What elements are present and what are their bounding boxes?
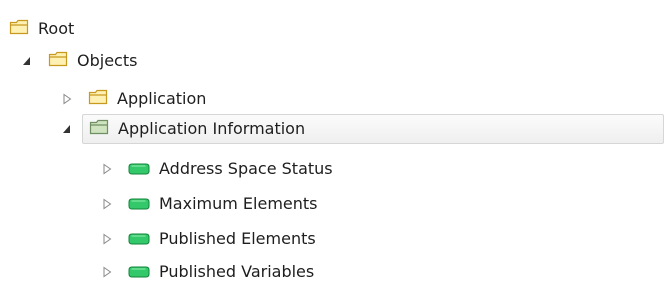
tree-node-label: Published Elements bbox=[159, 229, 316, 248]
collapsed-arrow-icon[interactable] bbox=[100, 265, 114, 279]
tree-node-label: Root bbox=[38, 19, 75, 38]
tree-node-application-information[interactable]: Application Information bbox=[82, 114, 664, 144]
tree-node-application-information-expander[interactable] bbox=[60, 114, 74, 144]
tree-node-published-elements[interactable]: Published Elements bbox=[100, 224, 316, 254]
tree-node-label: Application Information bbox=[118, 119, 306, 138]
variable-tag-icon bbox=[128, 160, 150, 179]
collapsed-arrow-icon[interactable] bbox=[100, 162, 114, 176]
folder-icon bbox=[48, 51, 68, 71]
tree-node-objects[interactable]: Objects bbox=[20, 46, 137, 76]
collapsed-arrow-icon[interactable] bbox=[100, 232, 114, 246]
expanded-arrow-icon[interactable] bbox=[20, 54, 34, 68]
expanded-arrow-icon[interactable] bbox=[60, 122, 74, 136]
tree-node-root[interactable]: Root bbox=[9, 14, 74, 44]
tree-node-label: Address Space Status bbox=[159, 159, 333, 178]
variable-tag-icon bbox=[128, 230, 150, 249]
tree-node-maximum-elements[interactable]: Maximum Elements bbox=[100, 189, 318, 219]
folder-icon bbox=[89, 119, 109, 139]
object-tree: Root Objects Application Application Inf… bbox=[0, 0, 664, 283]
collapsed-arrow-icon[interactable] bbox=[60, 92, 74, 106]
tree-node-application[interactable]: Application bbox=[60, 84, 206, 114]
tree-node-address-space-status[interactable]: Address Space Status bbox=[100, 154, 333, 184]
folder-icon bbox=[9, 19, 29, 39]
variable-tag-icon bbox=[128, 195, 150, 214]
tree-node-label: Application bbox=[117, 89, 207, 108]
folder-icon bbox=[88, 89, 108, 109]
collapsed-arrow-icon[interactable] bbox=[100, 197, 114, 211]
variable-tag-icon bbox=[128, 263, 150, 282]
tree-node-label: Objects bbox=[77, 51, 138, 70]
tree-node-label: Published Variables bbox=[159, 262, 315, 281]
tree-node-label: Maximum Elements bbox=[159, 194, 318, 213]
